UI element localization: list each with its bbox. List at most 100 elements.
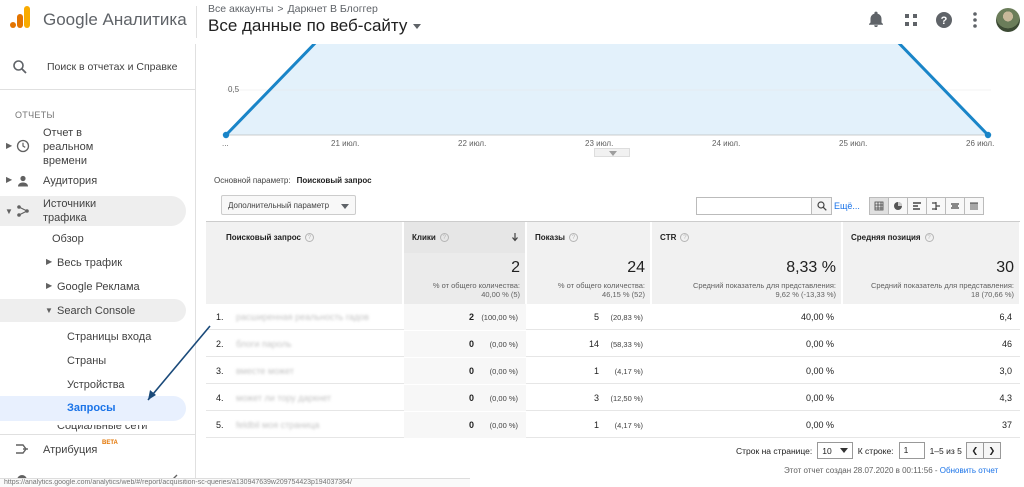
breadcrumb[interactable]: Все аккаунты > Даркнет В Блоггер	[208, 3, 378, 15]
table-filter-input[interactable]	[696, 197, 832, 215]
clicks-cell: 0 (0,00 %)	[404, 358, 526, 384]
help-icon[interactable]: ?	[680, 233, 690, 243]
top-bar: Google Аналитика Все аккаунты > Даркнет …	[0, 0, 1024, 44]
chart-x-tick: 21 июл.	[331, 139, 360, 148]
column-header-impressions[interactable]: Показы?	[527, 222, 651, 253]
sidebar-item-google-ads[interactable]: ▶ Google Реклама	[0, 278, 186, 296]
sort-descending-icon[interactable]	[511, 232, 519, 242]
rows-per-page-label: Строк на странице:	[736, 445, 813, 456]
analytics-logo-icon[interactable]	[9, 5, 31, 29]
svg-text:?: ?	[941, 15, 948, 27]
impressions-cell: 1 (4,17 %)	[527, 412, 651, 438]
query-link[interactable]: расширенная реальность гадов	[236, 304, 401, 330]
clicks-cell: 2 (100,00 %)	[404, 304, 526, 330]
view-selector[interactable]: Все данные по веб-сайту	[208, 16, 422, 36]
totals-sub: 18 (70,66 %)	[971, 290, 1014, 299]
ctr-cell: 0,00 %	[805, 339, 834, 349]
help-icon[interactable]: ?	[934, 10, 954, 30]
sidebar-item-realtime[interactable]: ▶ Отчет в реальном времени	[0, 126, 186, 172]
annotation-arrow	[147, 325, 211, 401]
help-icon[interactable]: ?	[924, 233, 934, 243]
impressions-pct: (12,50 %)	[610, 394, 643, 403]
sidebar-item-attribution[interactable]: Атрибуция BETA	[0, 440, 186, 458]
column-header-clicks[interactable]: Клики?	[404, 222, 526, 253]
page-nav: ❮ ❯	[965, 442, 1001, 459]
apps-grid-icon[interactable]	[901, 10, 921, 30]
table-filter-search-button[interactable]	[811, 198, 831, 214]
impressions-cell: 3 (12,50 %)	[527, 385, 651, 411]
query-link[interactable]: вместе может	[236, 358, 401, 384]
secondary-dimension-dropdown[interactable]: Дополнительный параметр	[221, 195, 356, 215]
chevron-right-icon: ▶	[6, 141, 13, 150]
refresh-report-link[interactable]: Обновить отчет	[940, 466, 998, 475]
sidebar-item-search-console[interactable]: ▼ Search Console	[0, 299, 186, 322]
table-view-performance-icon[interactable]	[907, 197, 927, 215]
sidebar-item-audience[interactable]: ▶ Аудитория	[0, 172, 186, 190]
table-view-term-cloud-icon[interactable]	[945, 197, 965, 215]
chart-point[interactable]	[984, 131, 992, 139]
sidebar-divider	[0, 434, 195, 435]
bell-icon[interactable]	[866, 10, 886, 30]
clicks-pct: (100,00 %)	[481, 313, 518, 322]
pagination: Строк на странице: 10 К строке: 1 1–5 из…	[736, 442, 1001, 459]
avatar[interactable]	[996, 8, 1020, 32]
primary-dimension: Основной параметр: Поисковый запрос	[214, 176, 372, 185]
totals-position: 30 Средний показатель для представления:…	[843, 253, 1020, 304]
sidebar-item-label: Социальные сети	[57, 425, 148, 432]
column-header-ctr[interactable]: CTR?	[652, 222, 842, 253]
goto-row-input[interactable]: 1	[898, 442, 925, 459]
sidebar-item-overview[interactable]: Обзор	[0, 230, 186, 248]
chart-x-tick: 26 июл.	[966, 139, 995, 148]
breadcrumb-all-accounts[interactable]: Все аккаунты	[208, 3, 273, 15]
table-view-pie-icon[interactable]	[888, 197, 908, 215]
advanced-filter-link[interactable]: Ещё...	[834, 201, 860, 211]
table-view-data-icon[interactable]	[869, 197, 889, 215]
chart-x-tick: ...	[222, 139, 229, 148]
sidebar-item-label: Страны	[67, 355, 107, 367]
clicks-pct: (0,00 %)	[489, 340, 518, 349]
chart-x-tick: 23 июл.	[585, 139, 614, 148]
next-page-button[interactable]: ❯	[982, 442, 1001, 459]
sidebar-search[interactable]: Поиск в отчетах и Справке	[0, 44, 195, 90]
ctr-cell: 0,00 %	[805, 366, 834, 376]
chevron-down-icon: ▼	[45, 306, 53, 315]
query-link[interactable]: feldbil моя страница	[236, 412, 401, 438]
chart-resize-handle[interactable]	[594, 148, 630, 157]
breadcrumb-account[interactable]: Даркнет В Блоггер	[288, 3, 378, 15]
prev-page-button[interactable]: ❮	[965, 442, 984, 459]
query-link[interactable]: блоги пароль	[236, 331, 401, 357]
pagination-range: 1–5 из 5	[929, 445, 962, 456]
chevron-right-icon: ▶	[46, 257, 53, 266]
totals-sub: 46,15 % (52)	[602, 290, 645, 299]
more-vert-icon[interactable]	[965, 10, 985, 30]
report-main: 0,5 ... 21 июл. 22 июл. 23 июл. 24 июл. 25 ию…	[206, 44, 1024, 487]
chevron-down-icon: ▼	[5, 207, 13, 216]
column-header-label: Средняя позиция	[851, 233, 921, 242]
sidebar-item-label: Источники трафика	[43, 198, 97, 224]
sidebar-item-label: Запросы	[67, 402, 116, 414]
totals-sub: Средний показатель для представления:	[870, 281, 1014, 290]
sidebar-item-social[interactable]: Социальные сети	[0, 425, 186, 434]
help-icon[interactable]: ?	[569, 233, 578, 243]
table-view-comparison-icon[interactable]	[926, 197, 946, 215]
rows-per-page-value: 10	[822, 445, 832, 456]
impressions-cell: 5 (20,83 %)	[527, 304, 651, 330]
rows-per-page-select[interactable]: 10	[817, 442, 853, 459]
column-header-query[interactable]: Поисковый запрос?	[206, 222, 403, 253]
app-name: Google Аналитика	[43, 10, 187, 29]
beta-badge: BETA	[102, 440, 118, 446]
help-icon[interactable]: ?	[439, 233, 449, 243]
chart-point[interactable]	[222, 131, 230, 139]
column-header-position[interactable]: Средняя позиция?	[843, 222, 1020, 253]
sidebar-item-all-traffic[interactable]: ▶ Весь трафик	[0, 254, 186, 272]
table-view-pivot-icon[interactable]	[964, 197, 984, 215]
sidebar-item-acquisition[interactable]: ▼ Источники трафика	[0, 196, 186, 226]
primary-dimension-value[interactable]: Поисковый запрос	[297, 176, 372, 185]
help-icon[interactable]: ?	[304, 233, 314, 243]
query-link[interactable]: может ли тору даркнет	[236, 385, 401, 411]
sidebar-item-label: Отчет в реальном времени	[43, 127, 94, 167]
totals-label-cell	[206, 253, 403, 304]
table-view-switcher	[869, 197, 984, 215]
header-divider	[196, 6, 197, 38]
ctr-cell: 0,00 %	[805, 393, 834, 403]
